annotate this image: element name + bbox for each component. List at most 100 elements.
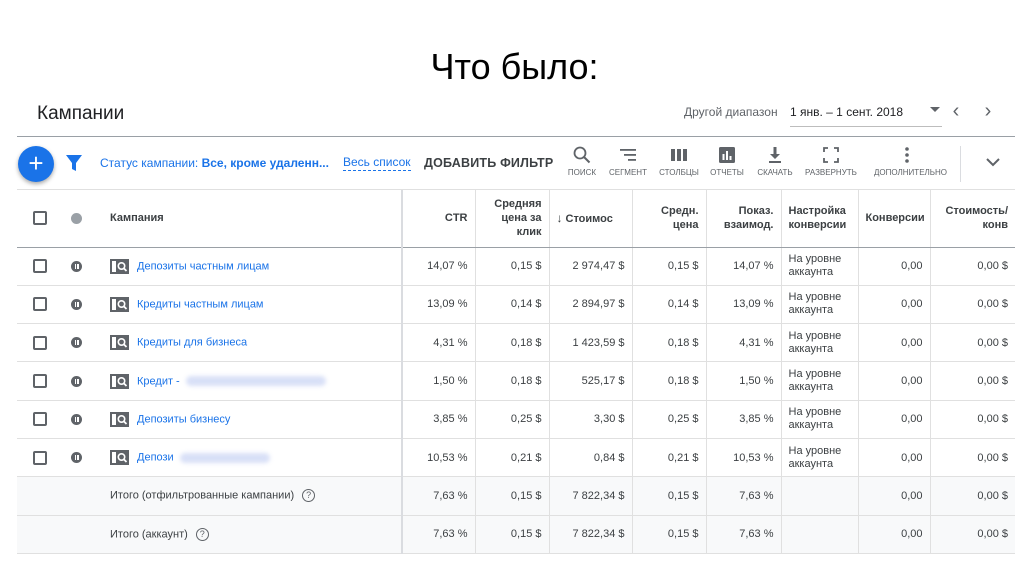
campaigns-table: Кампания CTR Средняя цена за клик ↓ Стоим… xyxy=(17,190,1015,554)
conversions-cell: 0,00 xyxy=(857,400,930,439)
campaign-cell: Депозиты частным лицам xyxy=(103,247,403,286)
campaign-name-link[interactable]: Депозиты бизнесу xyxy=(137,413,230,425)
avg-price-cell: 0,14 $ xyxy=(631,285,706,325)
row-checkbox[interactable] xyxy=(33,297,47,312)
campaign-cell: Кредиты частным лицам xyxy=(103,285,403,325)
ctr-cell: 10,53 % xyxy=(402,438,475,478)
next-period-button[interactable]: › xyxy=(976,100,1000,124)
header-avg-price[interactable]: Средн. цена xyxy=(631,190,706,248)
row-status-cell xyxy=(63,247,103,286)
table-header-row: Кампания CTR Средняя цена за клик ↓ Стоим… xyxy=(17,190,1015,248)
campaign-name-link[interactable]: Кредиты для бизнеса xyxy=(137,337,247,349)
chevron-down-icon[interactable] xyxy=(983,152,1003,172)
paused-status-icon[interactable] xyxy=(71,375,82,387)
row-checkbox[interactable] xyxy=(33,412,47,427)
row-checkbox[interactable] xyxy=(33,374,47,389)
campaign-name-link[interactable]: Кредиты частным лицам xyxy=(137,298,264,310)
campaign-name-link[interactable]: Кредит - xyxy=(137,375,180,387)
totals-label: Итого (отфильтрованные кампании) xyxy=(110,489,295,502)
conversion-setting-cell: На уровне аккаунта xyxy=(780,285,858,325)
header-cost-per-conversion[interactable]: Стоимость/ конв xyxy=(929,190,1015,248)
conversions-cell: 0,00 xyxy=(857,515,930,554)
cost-cell: 2 894,97 $ xyxy=(548,285,632,325)
date-range-label: Другой диапазон xyxy=(684,105,778,119)
paused-status-icon[interactable] xyxy=(71,299,82,311)
header-conversion-setting[interactable]: Настройка конверсии xyxy=(780,190,858,248)
row-checkbox[interactable] xyxy=(33,259,47,274)
date-range-value: 1 янв. – 1 сент. 2018 xyxy=(790,105,904,119)
fullscreen-tool-button[interactable]: РАЗВЕРНУТЬ xyxy=(803,146,859,177)
status-dot-icon[interactable] xyxy=(71,212,82,224)
download-tool-button[interactable]: СКАЧАТЬ xyxy=(747,146,803,177)
header-ctr[interactable]: CTR xyxy=(402,190,475,248)
cost-cell: 0,84 $ xyxy=(548,438,632,478)
cost-cell: 2 974,47 $ xyxy=(548,247,632,286)
campaign-cell: Депозиты бизнесу xyxy=(103,400,403,439)
add-campaign-button[interactable]: + xyxy=(18,146,54,182)
table-row[interactable]: Кредиты для бизнеса 4,31 % 0,18 $1 423,59 … xyxy=(17,323,1015,363)
segment-tool-label: СЕГМЕНТ xyxy=(609,168,647,177)
avg-price-cell: 0,21 $ xyxy=(631,438,706,478)
totals-row: Итого (аккаунт)? 7,63 % 0,15 $7 822,34 $0,… xyxy=(17,515,1015,554)
header-campaign[interactable]: Кампания xyxy=(103,190,403,248)
interactions-cell: 4,31 % xyxy=(705,323,781,363)
row-status-cell xyxy=(63,400,103,439)
status-filter-chip[interactable]: Статус кампании: Все, кроме удаленн... xyxy=(100,156,329,170)
header-conversions[interactable]: Конверсии xyxy=(857,190,930,248)
conversions-cell: 0,00 xyxy=(857,476,930,516)
avg-cpc-cell: 0,18 $ xyxy=(474,361,549,401)
toolbar: + Статус кампании: Все, кроме удаленн...… xyxy=(17,138,1015,190)
chevron-down-icon[interactable] xyxy=(930,107,940,112)
table-row[interactable]: Кредит -1,50 % 0,18 $525,17 $0,18 $1,50 %… xyxy=(17,361,1015,401)
paused-status-icon[interactable] xyxy=(71,260,82,272)
redacted-text xyxy=(179,452,270,463)
interactions-cell: 14,07 % xyxy=(705,247,781,286)
avg-price-cell: 0,18 $ xyxy=(631,323,706,363)
row-checkbox[interactable] xyxy=(33,335,47,350)
cost-per-conversion-cell: 0,00 $ xyxy=(929,438,1015,478)
select-all-checkbox[interactable] xyxy=(33,211,47,226)
campaign-name-link[interactable]: Депози xyxy=(137,452,174,464)
prev-period-button[interactable]: ‹ xyxy=(944,100,968,124)
help-icon[interactable]: ? xyxy=(302,489,316,503)
paused-status-icon[interactable] xyxy=(71,337,82,349)
paused-status-icon[interactable] xyxy=(71,452,82,464)
ctr-cell: 7,63 % xyxy=(402,476,475,516)
table-row[interactable]: Кредиты частным лицам 13,09 % 0,14 $2 894,… xyxy=(17,285,1015,325)
segment-tool-button[interactable]: СЕГМЕНТ xyxy=(600,146,656,177)
all-list-link[interactable]: Весь список xyxy=(343,155,411,171)
table-row[interactable]: Депози 10,53 % 0,21 $0,84 $0,21 $10,53 % На… xyxy=(17,438,1015,478)
header-cost-label: Стоимос xyxy=(565,212,613,225)
table-row[interactable]: Депозиты бизнесу 3,85 % 0,25 $3,30 $0,25 $… xyxy=(17,400,1015,439)
campaign-cell: Кредиты для бизнеса xyxy=(103,323,403,363)
filter-icon[interactable] xyxy=(66,154,82,172)
conversions-cell: 0,00 xyxy=(857,438,930,478)
select-all-cell xyxy=(17,190,63,248)
row-status-cell xyxy=(63,285,103,325)
conversions-cell: 0,00 xyxy=(857,323,930,363)
more-tool-button[interactable]: ДОПОЛНИТЕЛЬНО xyxy=(874,146,947,177)
help-icon[interactable]: ? xyxy=(195,527,209,541)
date-range-select[interactable]: 1 янв. – 1 сент. 2018 xyxy=(790,105,942,127)
conversions-cell: 0,00 xyxy=(857,361,930,401)
paused-status-icon[interactable] xyxy=(71,413,82,425)
header-cost[interactable]: ↓ Стоимос xyxy=(548,190,632,248)
reports-icon xyxy=(719,147,735,163)
avg-price-cell: 0,25 $ xyxy=(631,400,706,439)
slide-title: Что было: xyxy=(430,46,599,87)
totals-empty-cell xyxy=(17,476,63,516)
row-checkbox[interactable] xyxy=(33,450,47,465)
header-avg-cpc[interactable]: Средняя цена за клик xyxy=(474,190,549,248)
row-select-cell xyxy=(17,285,63,325)
header-interactions[interactable]: Показ. взаимод. xyxy=(705,190,781,248)
status-header xyxy=(63,190,103,248)
search-campaign-icon xyxy=(110,373,129,389)
cost-per-conversion-cell: 0,00 $ xyxy=(929,476,1015,516)
add-filter-button[interactable]: ДОБАВИТЬ ФИЛЬТР xyxy=(424,156,553,170)
avg-cpc-cell: 0,15 $ xyxy=(474,515,549,554)
campaign-name-link[interactable]: Депозиты частным лицам xyxy=(137,260,269,272)
conversion-setting-cell: На уровне аккаунта xyxy=(780,400,858,439)
panel-header: Кампании Другой диапазон 1 янв. – 1 сент… xyxy=(17,95,1015,137)
totals-row: Итого (отфильтрованные кампании)? 7,63 % 0… xyxy=(17,476,1015,516)
table-row[interactable]: Депозиты частным лицам 14,07 % 0,15 $2 974… xyxy=(17,247,1015,286)
